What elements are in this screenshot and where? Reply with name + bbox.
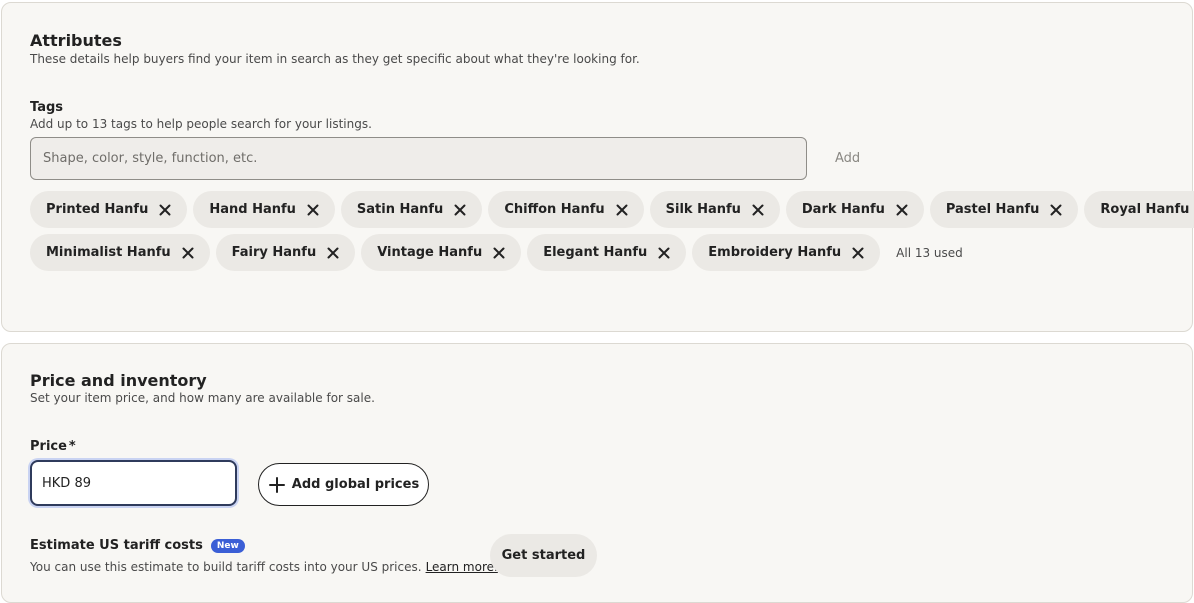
tag-chip-label: Elegant Hanfu — [543, 245, 648, 260]
required-marker: * — [68, 439, 76, 454]
tag-chip-label: Minimalist Hanfu — [46, 245, 171, 260]
tag-chip: Fairy Hanfu — [215, 234, 356, 271]
close-icon[interactable] — [305, 202, 321, 218]
tariff-description-row: You can use this estimate to build tarif… — [30, 560, 498, 574]
tag-chip-label: Embroidery Hanfu — [708, 245, 842, 260]
close-icon[interactable] — [157, 202, 173, 218]
tags-help: Add up to 13 tags to help people search … — [30, 117, 372, 131]
close-icon[interactable] — [180, 245, 196, 261]
tag-chip-label: Hand Hanfu — [209, 202, 296, 217]
add-global-prices-label: Add global prices — [291, 477, 420, 492]
plus-icon — [268, 476, 286, 494]
get-started-button[interactable]: Get started — [490, 534, 597, 577]
close-icon[interactable] — [1048, 202, 1064, 218]
attributes-title: Attributes — [30, 31, 122, 50]
close-icon[interactable] — [614, 202, 630, 218]
price-label-text: Price — [30, 439, 67, 454]
tag-chip: Hand Hanfu — [193, 191, 335, 228]
tag-chip-label: Printed Hanfu — [46, 202, 149, 217]
tags-used-count: All 13 used — [896, 245, 963, 260]
close-icon[interactable] — [850, 245, 866, 261]
tariff-heading: Estimate US tariff costs New — [30, 538, 245, 553]
close-icon[interactable] — [452, 202, 468, 218]
price-label: Price * — [30, 439, 76, 454]
close-icon[interactable] — [491, 245, 507, 261]
attributes-description: These details help buyers find your item… — [30, 52, 640, 66]
tag-chip-label: Royal Hanfu — [1100, 202, 1190, 217]
tag-chip-list: Printed Hanfu Hand Hanfu Satin Hanfu Chiffo… — [30, 191, 1194, 277]
close-icon[interactable] — [750, 202, 766, 218]
add-tag-button[interactable]: Add — [835, 151, 860, 166]
tags-input[interactable] — [30, 137, 807, 180]
tag-chip-label: Satin Hanfu — [356, 202, 444, 217]
price-inventory-card: Price and inventory Set your item price,… — [1, 343, 1193, 603]
price-input[interactable] — [30, 460, 237, 506]
tag-chip-row: Minimalist Hanfu Fairy Hanfu Vintage Hanfu… — [30, 234, 1180, 271]
tags-label: Tags — [30, 100, 64, 115]
tag-chip: Vintage Hanfu — [361, 234, 522, 271]
tag-chip-label: Vintage Hanfu — [377, 245, 483, 260]
tag-chip-label: Fairy Hanfu — [231, 245, 317, 260]
attributes-card: Attributes These details help buyers fin… — [1, 2, 1194, 332]
tag-chip-label: Pastel Hanfu — [945, 202, 1040, 217]
learn-more-link[interactable]: Learn more. — [426, 560, 498, 574]
tag-chip: Royal Hanfu — [1084, 191, 1194, 228]
tag-chip: Satin Hanfu — [340, 191, 483, 228]
close-icon[interactable] — [656, 245, 672, 261]
tag-chip: Silk Hanfu — [649, 191, 780, 228]
tag-chip: Elegant Hanfu — [527, 234, 687, 271]
tag-chip: Dark Hanfu — [785, 191, 924, 228]
tag-chip: Embroidery Hanfu — [692, 234, 881, 271]
price-inventory-description: Set your item price, and how many are av… — [30, 391, 375, 405]
tag-chip: Pastel Hanfu — [929, 191, 1079, 228]
close-icon[interactable] — [894, 202, 910, 218]
price-inventory-title: Price and inventory — [30, 371, 207, 390]
tariff-description: You can use this estimate to build tarif… — [30, 560, 422, 574]
add-global-prices-button[interactable]: Add global prices — [258, 463, 429, 506]
new-badge: New — [210, 538, 245, 553]
tag-chip: Chiffon Hanfu — [488, 191, 644, 228]
tag-chip-label: Dark Hanfu — [801, 202, 885, 217]
tag-chip-label: Chiffon Hanfu — [504, 202, 605, 217]
tag-chip: Minimalist Hanfu — [30, 234, 210, 271]
tag-chip: Printed Hanfu — [30, 191, 188, 228]
tariff-title: Estimate US tariff costs — [30, 538, 203, 553]
tag-chip-label: Silk Hanfu — [665, 202, 741, 217]
tag-chip-row: Printed Hanfu Hand Hanfu Satin Hanfu Chiffo… — [30, 191, 1194, 228]
close-icon[interactable] — [325, 245, 341, 261]
